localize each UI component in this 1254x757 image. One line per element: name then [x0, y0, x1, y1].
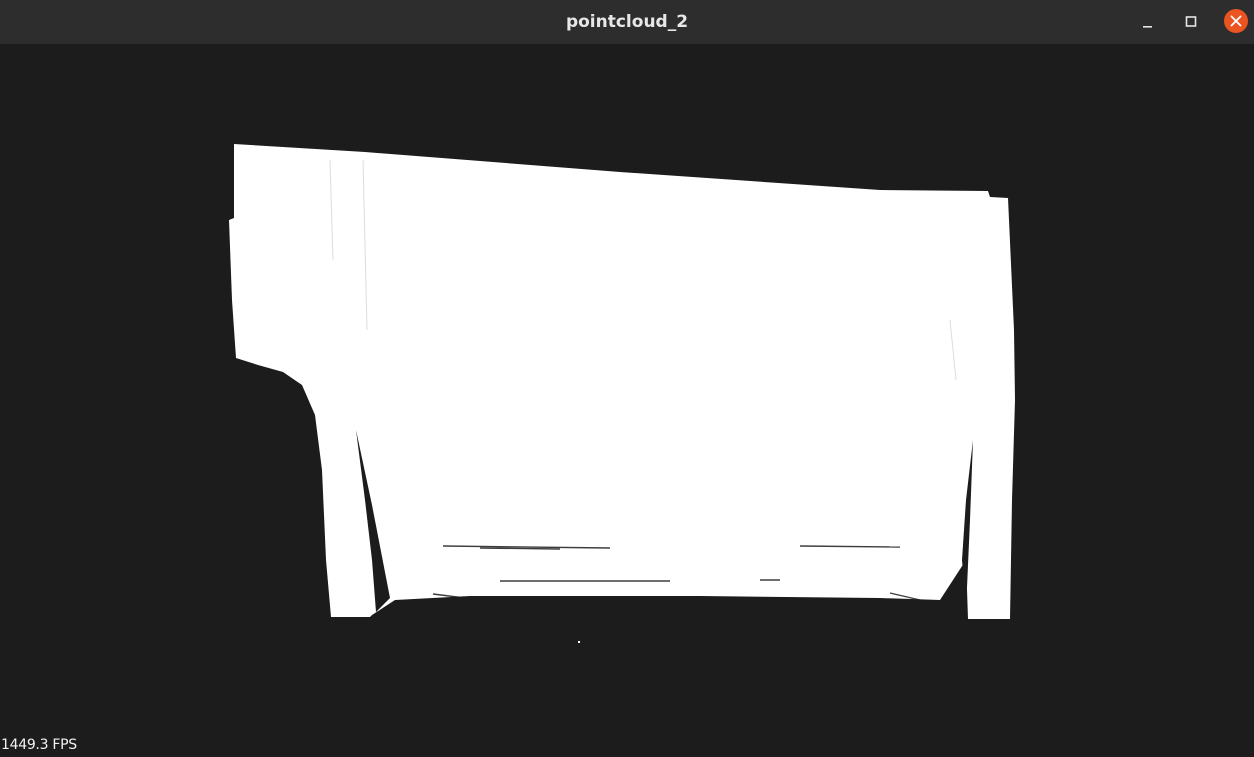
pointcloud-render: [229, 144, 1015, 643]
pointcloud-viewport[interactable]: 1449.3 FPS: [0, 45, 1254, 757]
maximize-icon: [1185, 16, 1197, 27]
pointcloud-shape: [229, 144, 1015, 619]
minimize-button[interactable]: [1134, 9, 1160, 35]
window-title: pointcloud_2: [565, 12, 689, 32]
title-bar[interactable]: pointcloud_2: [0, 0, 1254, 45]
close-button[interactable]: [1223, 9, 1249, 35]
minimize-icon: [1143, 26, 1152, 28]
maximize-button[interactable]: [1178, 9, 1204, 35]
close-icon: [1224, 9, 1248, 33]
fps-counter: 1449.3 FPS: [1, 737, 77, 753]
app-window: pointcloud_2 1449.3 FPS: [0, 0, 1254, 757]
